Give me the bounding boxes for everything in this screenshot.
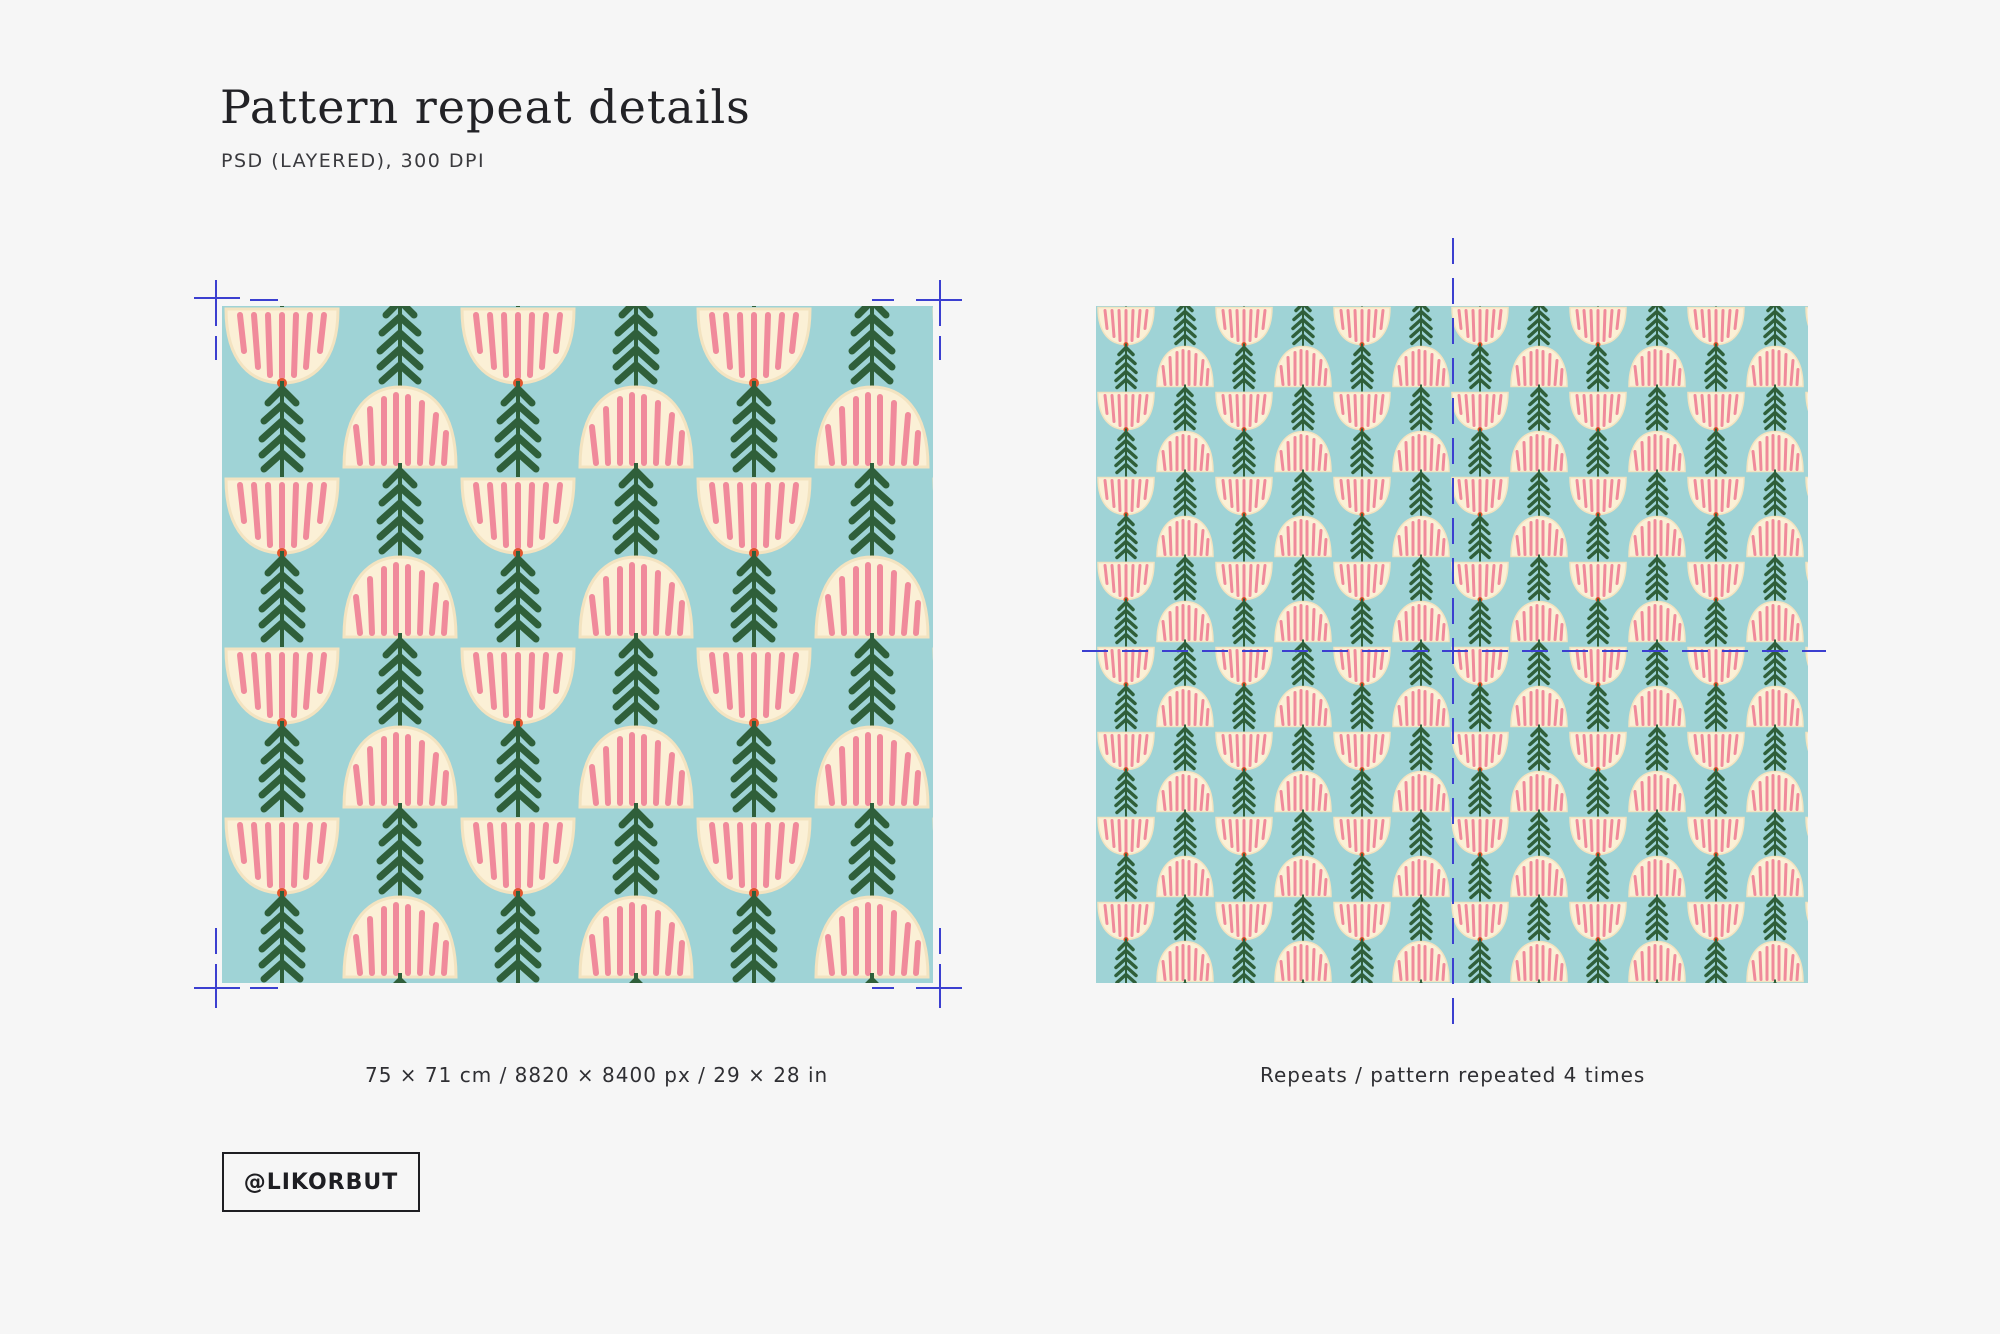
page-title: Pattern repeat details	[220, 80, 751, 134]
tile-dimensions-caption: 75 × 71 cm / 8820 × 8400 px / 29 × 28 in	[365, 1063, 829, 1087]
repeat-caption: Repeats / pattern repeated 4 times	[1260, 1063, 1646, 1087]
pattern-tile-graphic	[222, 306, 933, 983]
pattern-tile-preview	[222, 306, 933, 983]
pattern-repeat-graphic	[1096, 306, 1808, 983]
page-subtitle: PSD (LAYERED), 300 DPI	[221, 150, 486, 172]
author-badge: @LIKORBUT	[222, 1152, 420, 1212]
pattern-repeat-preview	[1096, 306, 1808, 983]
